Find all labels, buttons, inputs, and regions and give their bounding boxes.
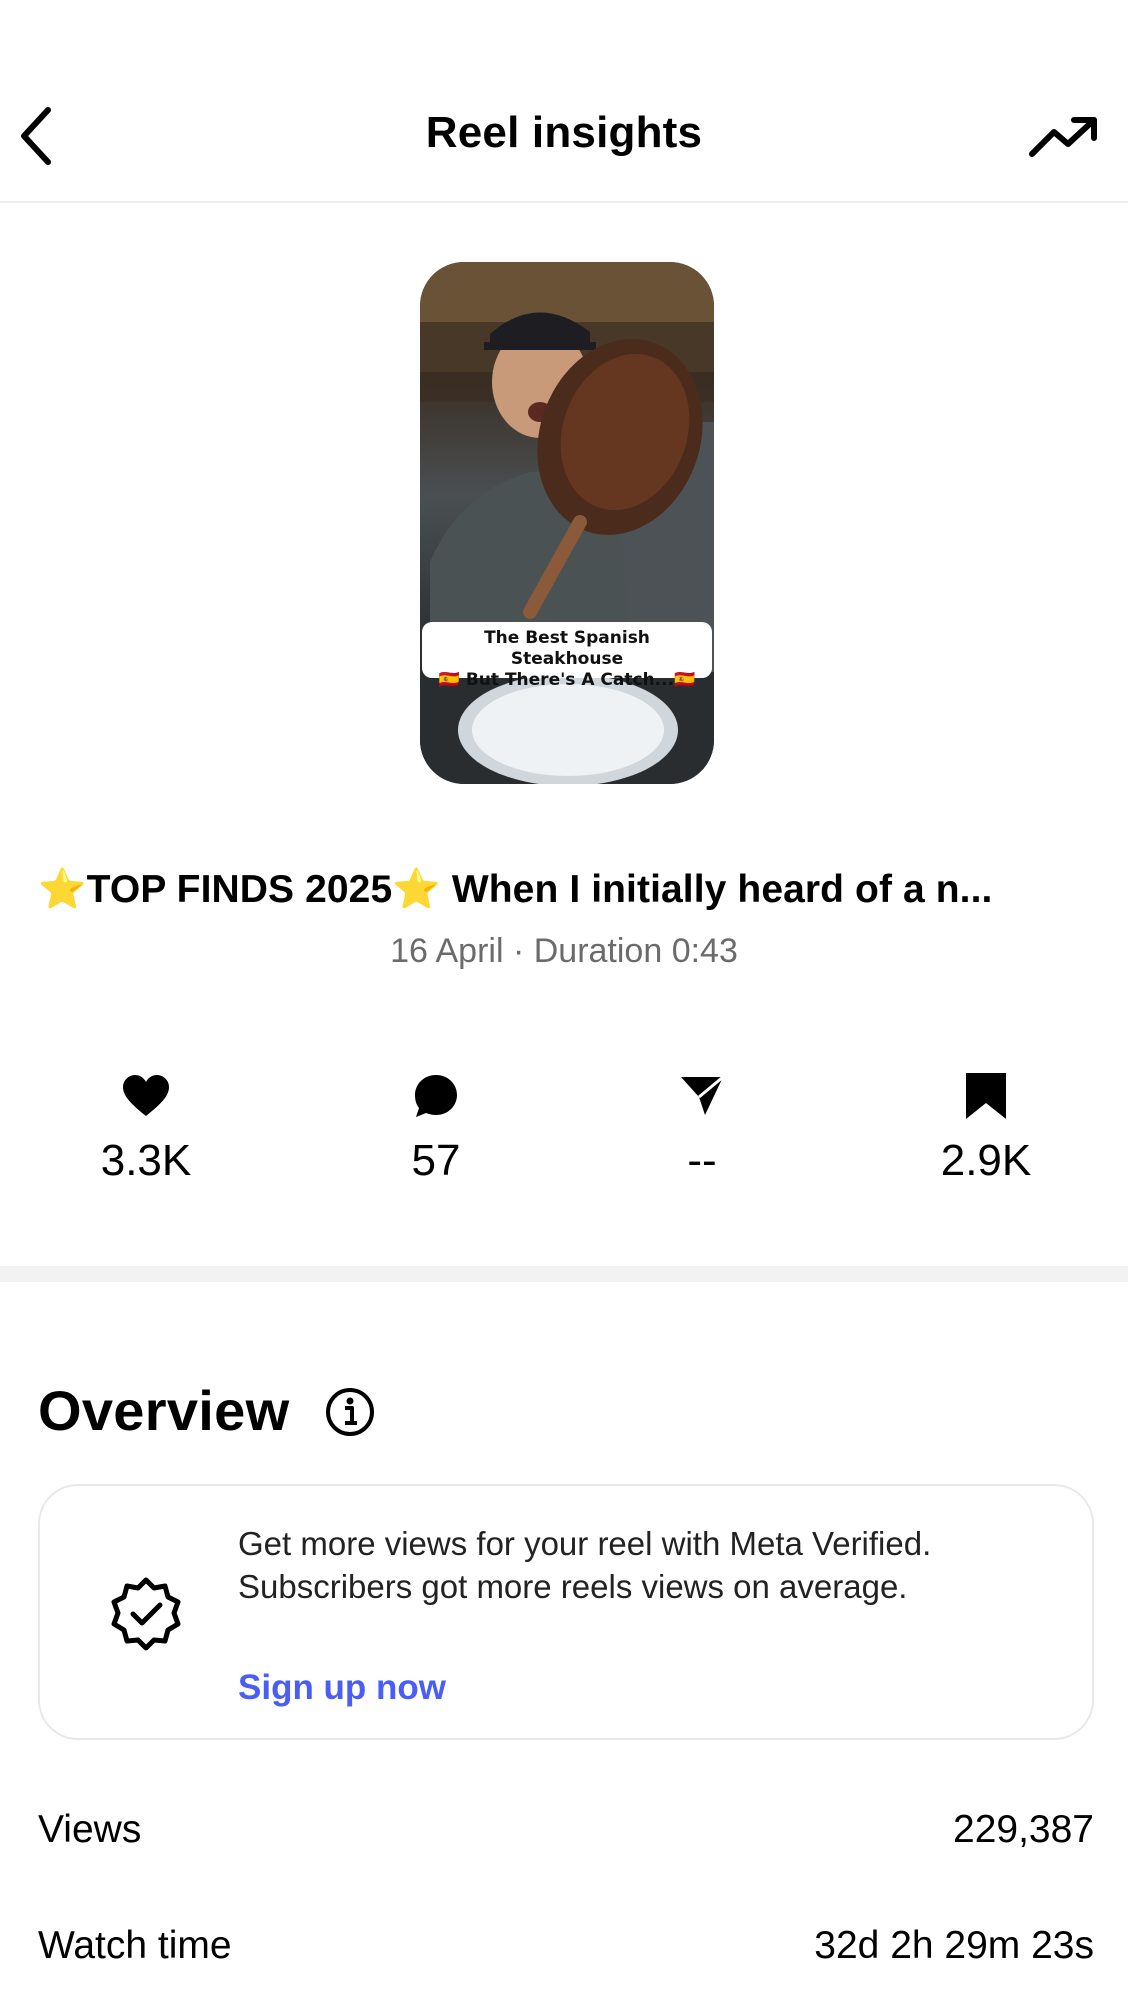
saves-count: 2.9K [940, 1136, 1032, 1185]
comments-count: 57 [411, 1136, 461, 1185]
trending-up-icon [1029, 117, 1097, 157]
verified-badge-icon [111, 1577, 181, 1651]
thumbnail-caption-line2: 🇪🇸 But There's A Catch...🇪🇸 [438, 670, 696, 690]
share-icon [681, 1075, 724, 1115]
shares-count: -- [687, 1136, 717, 1185]
page-title: Reel insights [425, 108, 703, 157]
bookmark-icon [966, 1073, 1006, 1119]
top-bar: Reel insights [0, 0, 1128, 203]
comments-stat[interactable]: 57 [336, 1068, 536, 1186]
trends-button[interactable] [1024, 106, 1104, 170]
reel-thumbnail[interactable]: The Best Spanish Steakhouse 🇪🇸 But There… [420, 262, 714, 784]
meta-verified-promo-card: Get more views for your reel with Meta V… [38, 1484, 1094, 1740]
reel-meta: 16 April · Duration 0:43 [390, 932, 738, 970]
info-icon[interactable] [324, 1386, 376, 1438]
shares-stat[interactable]: -- [602, 1068, 802, 1186]
reel-title: ⭐TOP FINDS 2025⭐ When I initially heard … [38, 868, 993, 911]
thumbnail-caption-line1: The Best Spanish Steakhouse [484, 628, 650, 669]
likes-count: 3.3K [100, 1136, 192, 1185]
views-value: 229,387 [953, 1808, 1094, 1851]
section-divider [0, 1266, 1128, 1282]
comment-icon [415, 1075, 457, 1117]
sign-up-now-link[interactable]: Sign up now [238, 1668, 446, 1708]
views-label: Views [38, 1808, 142, 1851]
thumbnail-image [420, 262, 714, 784]
watch-time-label: Watch time [38, 1924, 232, 1967]
saves-stat[interactable]: 2.9K [886, 1068, 1086, 1186]
thumbnail-caption: The Best Spanish Steakhouse 🇪🇸 But There… [422, 622, 712, 690]
overview-title: Overview [38, 1379, 290, 1442]
heart-icon [123, 1075, 169, 1116]
watch-time-value: 32d 2h 29m 23s [814, 1924, 1094, 1967]
promo-text: Get more views for your reel with Meta V… [238, 1525, 932, 1605]
likes-stat[interactable]: 3.3K [46, 1068, 246, 1186]
